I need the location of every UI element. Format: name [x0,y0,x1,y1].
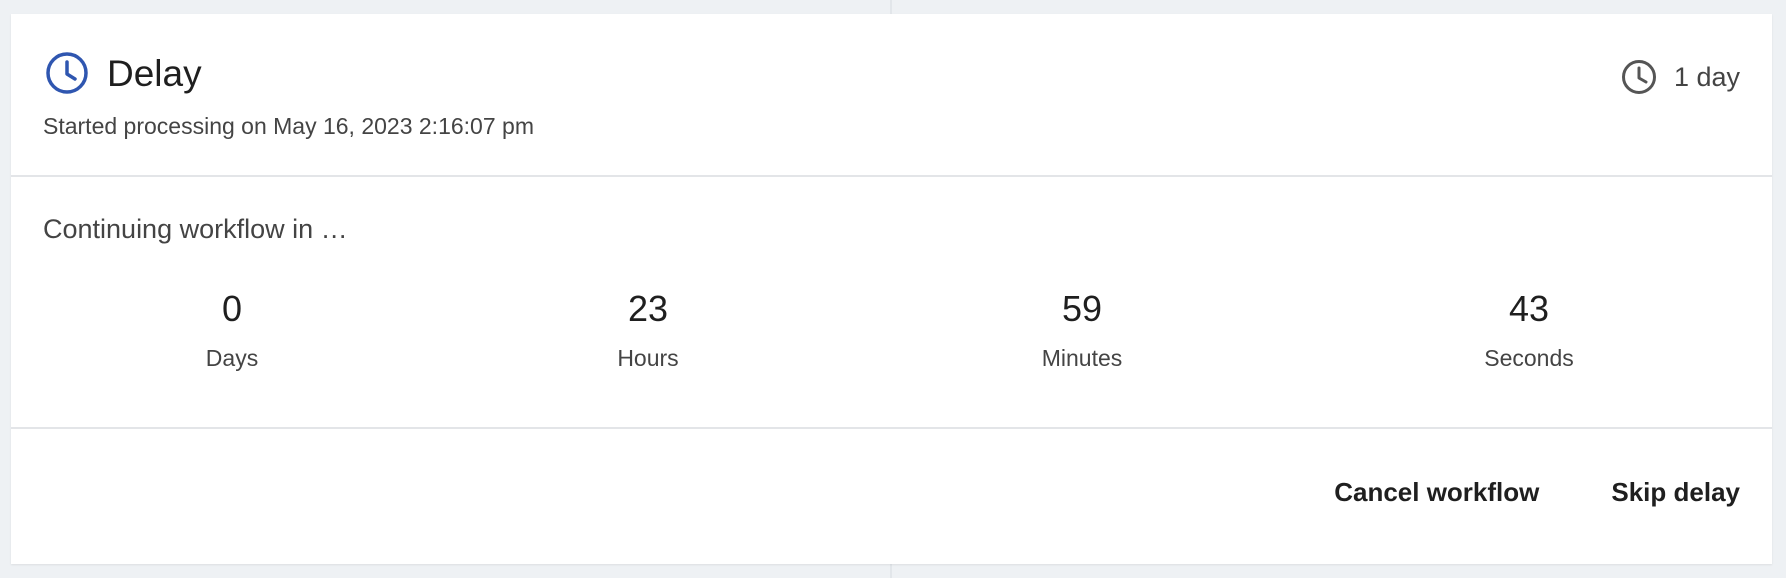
countdown-days-label: Days [205,345,259,371]
countdown-hours: 23 Hours [548,289,748,372]
countdown-seconds-label: Seconds [1484,345,1574,371]
cancel-workflow-button[interactable]: Cancel workflow [1318,469,1555,516]
duration-value: 1 day [1673,61,1740,92]
countdown-timer: 0 Days 23 Hours 59 Minutes 43 Seconds [11,177,1772,427]
countdown-seconds-value: 43 [1508,288,1550,329]
countdown-minutes-label: Minutes [1041,345,1123,371]
clock-icon [1621,60,1656,94]
delay-title: Delay [107,53,202,94]
countdown-minutes: 59 Minutes [982,289,1182,372]
delay-card: Delay Started processing on May 16, 2023… [11,14,1772,564]
delay-actions: Cancel workflow Skip delay [1318,469,1756,516]
clock-icon [46,52,88,94]
skip-delay-button[interactable]: Skip delay [1595,469,1756,516]
countdown-days: 0 Days [132,289,332,372]
delay-card-header: Delay Started processing on May 16, 2023… [11,14,1772,177]
countdown-days-value: 0 [221,288,243,329]
countdown-hours-value: 23 [627,288,669,329]
delay-card-footer: Cancel workflow Skip delay [11,429,1772,566]
countdown-hours-label: Hours [617,345,679,371]
delay-duration: 1 day [1620,58,1740,96]
countdown-minutes-value: 59 [1061,288,1103,329]
started-processing-text: Started processing on May 16, 2023 2:16:… [43,113,534,139]
countdown-section: Continuing workflow in … 0 Days 23 Hours… [11,177,1772,429]
countdown-seconds: 43 Seconds [1429,289,1629,372]
